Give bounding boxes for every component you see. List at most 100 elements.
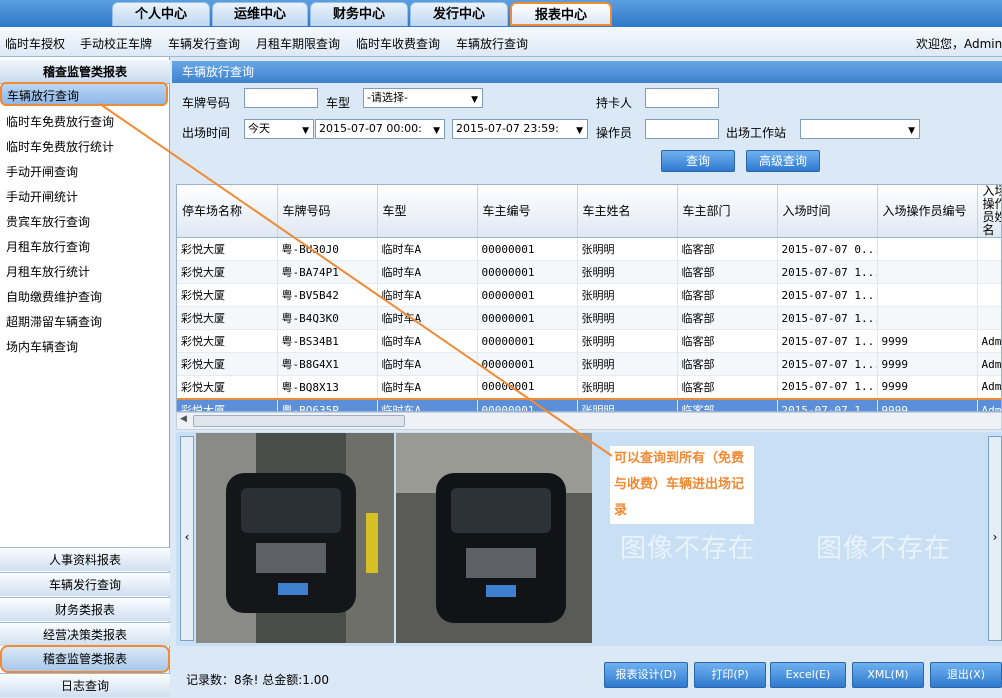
table-cell: 彩悦大厦: [177, 260, 278, 284]
table-cell: 临客部: [677, 237, 778, 261]
type-select[interactable]: -请选择- ▼: [363, 88, 483, 108]
card-holder-input[interactable]: [645, 88, 719, 108]
table-cell: 粤-B8G4X1: [277, 352, 378, 376]
sidebar-group-hr[interactable]: 人事资料报表: [0, 547, 170, 571]
table-cell: 彩悦大厦: [177, 283, 278, 307]
sidebar-group-log[interactable]: 日志查询: [0, 673, 170, 697]
tab-issue-center[interactable]: 发行中心: [410, 2, 508, 26]
submenu-fix-plate[interactable]: 手动校正车牌: [80, 35, 152, 52]
entry-photo: [196, 433, 394, 643]
report-design-button[interactable]: 报表设计(D): [604, 662, 688, 688]
record-summary: 记录数：8条! 总金额:1.00: [186, 673, 330, 687]
tab-ops-center[interactable]: 运维中心: [212, 2, 308, 26]
table-row[interactable]: 彩悦大厦 粤-BQ635P 临时车A 00000001 张明明 临客部 2015-07-07…: [177, 397, 1001, 411]
col-header-entry-op-name[interactable]: 入场操作员姓名: [977, 185, 1001, 238]
table-cell: 张明明: [577, 375, 678, 399]
sidebar-item-manual-open-query[interactable]: 手动开闸查询: [6, 163, 78, 180]
exit-photo: [396, 433, 592, 643]
sidebar-item-monthly-release-query[interactable]: 月租车放行查询: [6, 238, 90, 255]
table-cell: 张明明: [577, 352, 678, 376]
table-cell: 00000001: [477, 352, 578, 376]
print-button[interactable]: 打印(P): [694, 662, 766, 688]
sidebar-item-release-query[interactable]: 车辆放行查询: [0, 82, 168, 106]
submenu-issue-query[interactable]: 车辆发行查询: [168, 35, 240, 52]
col-header-owner-name[interactable]: 车主姓名: [577, 185, 678, 238]
advanced-query-button[interactable]: 高级查询: [746, 150, 820, 172]
tab-personal-center[interactable]: 个人中心: [112, 2, 210, 26]
sidebar-item-manual-open-stats[interactable]: 手动开闸统计: [6, 188, 78, 205]
sidebar-item-self-pay-query[interactable]: 自助缴费维护查询: [6, 288, 102, 305]
table-cell: 临客部: [677, 260, 778, 284]
scroll-left-icon[interactable]: ◀: [180, 414, 187, 424]
table-cell: 粤-BV5B42: [277, 283, 378, 307]
car-photo-image: [196, 433, 394, 643]
col-header-owner-dept[interactable]: 车主部门: [677, 185, 778, 238]
table-cell: 2015-07-07 1...: [777, 352, 878, 376]
sidebar-item-vip-release-query[interactable]: 贵宾车放行查询: [6, 213, 90, 230]
no-image-text-2: 图像不存在: [816, 534, 952, 564]
scrollbar-thumb[interactable]: [193, 415, 405, 427]
sidebar-item-free-release-query[interactable]: 临时车免费放行查询: [6, 113, 114, 130]
table-row[interactable]: 彩悦大厦 粤-B4Q3K0 临时车A 00000001 张明明 临客部 2015-07-07…: [177, 306, 1001, 330]
col-header-plate[interactable]: 车牌号码: [277, 185, 378, 238]
table-cell: [877, 237, 978, 261]
table-row[interactable]: 彩悦大厦 粤-BV5B42 临时车A 00000001 张明明 临客部 2015-07-07…: [177, 283, 1001, 307]
table-row[interactable]: 彩悦大厦 粤-BS34B1 临时车A 00000001 张明明 临客部 2015-07-07…: [177, 329, 1001, 353]
car-photo-image: [396, 433, 592, 643]
operator-input[interactable]: [645, 119, 719, 139]
col-header-lot[interactable]: 停车场名称: [177, 185, 278, 238]
end-time-picker[interactable]: 2015-07-07 23:59: ▼: [452, 119, 588, 139]
table-row[interactable]: 彩悦大厦 粤-BA74P1 临时车A 00000001 张明明 临客部 2015-07-07…: [177, 260, 1001, 284]
table-cell: 9999: [877, 352, 978, 376]
no-image-text-1: 图像不存在: [620, 534, 756, 564]
table-row[interactable]: 彩悦大厦 粤-B8G4X1 临时车A 00000001 张明明 临客部 2015-07-07…: [177, 352, 1001, 376]
submenu-temp-fee-query[interactable]: 临时车收费查询: [356, 35, 440, 52]
exit-button[interactable]: 退出(X): [930, 662, 1002, 688]
table-cell: 粤-BQ635P: [277, 397, 378, 411]
table-cell: 彩悦大厦: [177, 329, 278, 353]
start-time-picker[interactable]: 2015-07-07 00:00: ▼: [315, 119, 445, 139]
sidebar-item-free-release-stats[interactable]: 临时车免费放行统计: [6, 138, 114, 155]
submenu-release-query[interactable]: 车辆放行查询: [456, 35, 528, 52]
submenu-bar: 临时车授权 手动校正车牌 车辆发行查询 月租车期限查询 临时车收费查询 车辆放行…: [0, 27, 1002, 57]
tab-finance-center[interactable]: 财务中心: [310, 2, 408, 26]
horizontal-scrollbar[interactable]: ◀: [176, 412, 1002, 430]
table-row[interactable]: 彩悦大厦 粤-BQ8X13 临时车A 00000001 张明明 临客部 2015-07-07…: [177, 375, 1001, 399]
table-cell: 彩悦大厦: [177, 352, 278, 376]
top-nav-bar: 个人中心 运维中心 财务中心 发行中心 报表中心: [0, 0, 1002, 27]
sidebar-item-in-lot-query[interactable]: 场内车辆查询: [6, 338, 78, 355]
sidebar-item-monthly-release-stats[interactable]: 月租车放行统计: [6, 263, 90, 280]
exit-station-select[interactable]: ▼: [800, 119, 920, 139]
left-sidebar: 稽查监管类报表 车辆放行查询 临时车免费放行查询 临时车免费放行统计 手动开闸查…: [0, 57, 170, 697]
plate-input[interactable]: [244, 88, 318, 108]
tab-report-center[interactable]: 报表中心: [510, 2, 612, 26]
table-cell: 粤-BA74P1: [277, 260, 378, 284]
table-row[interactable]: 彩悦大厦 粤-BU30J0 临时车A 00000001 张明明 临客部 2015-07-07…: [177, 237, 1001, 261]
excel-button[interactable]: Excel(E): [770, 662, 846, 688]
col-header-owner-id[interactable]: 车主编号: [477, 185, 578, 238]
table-cell: 临时车A: [377, 306, 478, 330]
col-header-type[interactable]: 车型: [377, 185, 478, 238]
table-cell: 张明明: [577, 306, 678, 330]
period-select[interactable]: 今天 ▼: [244, 119, 314, 139]
submenu-monthly-query[interactable]: 月租车期限查询: [256, 35, 340, 52]
chevron-down-icon: ▼: [433, 126, 440, 136]
table-cell: 9999: [877, 375, 978, 399]
sidebar-item-overstay-query[interactable]: 超期滞留车辆查询: [6, 313, 102, 330]
prev-image-button[interactable]: ‹: [180, 436, 194, 641]
query-button[interactable]: 查询: [661, 150, 735, 172]
sidebar-group-issue[interactable]: 车辆发行查询: [0, 572, 170, 596]
next-image-button[interactable]: ›: [988, 436, 1002, 641]
xml-button[interactable]: XML(M): [852, 662, 924, 688]
table-cell: 临客部: [677, 397, 778, 411]
sidebar-group-finance[interactable]: 财务类报表: [0, 597, 170, 621]
col-header-entry-op-id[interactable]: 入场操作员编号: [877, 185, 978, 238]
col-header-entry-time[interactable]: 入场时间: [777, 185, 878, 238]
submenu-temp-auth[interactable]: 临时车授权: [5, 35, 65, 52]
sidebar-group-audit[interactable]: 稽查监管类报表: [0, 645, 170, 673]
chevron-down-icon: ▼: [302, 126, 309, 136]
table-cell: 2015-07-07 1...: [777, 375, 878, 399]
table-cell: 彩悦大厦: [177, 397, 278, 411]
start-time-value: 2015-07-07 00:00:: [319, 122, 422, 135]
sidebar-group-decision[interactable]: 经营决策类报表: [0, 622, 170, 646]
